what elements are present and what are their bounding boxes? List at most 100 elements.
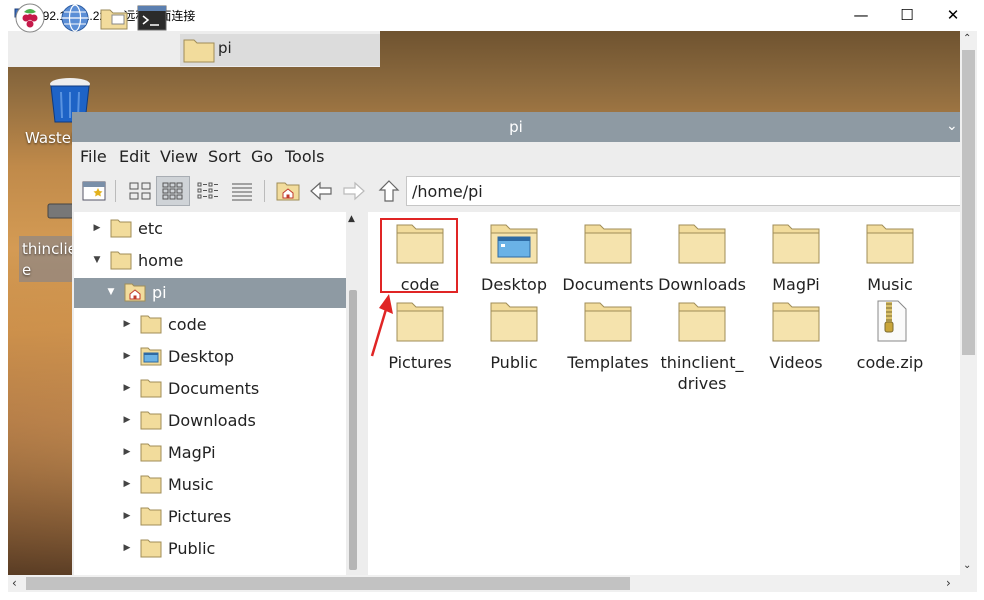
- collapsed-arrow-icon[interactable]: ▶: [90, 223, 104, 233]
- scroll-right-icon[interactable]: ›: [946, 576, 951, 590]
- folder-icon: [110, 219, 132, 237]
- tree-item-label: home: [138, 250, 184, 270]
- maximize-button[interactable]: ☐: [884, 0, 930, 31]
- scroll-corner: [960, 575, 977, 592]
- tree-item[interactable]: ▶ MagPi: [120, 437, 216, 467]
- file-item-label: Videos: [769, 353, 823, 372]
- file-manager-titlebar: pi ⌄: [72, 112, 960, 142]
- collapsed-arrow-icon[interactable]: ▶: [120, 415, 134, 425]
- file-item[interactable]: thinclient_drives: [655, 300, 749, 394]
- menu-file[interactable]: File: [80, 147, 107, 166]
- tree-item[interactable]: ▶ Documents: [120, 373, 260, 403]
- horizontal-scroll-thumb[interactable]: [26, 577, 630, 590]
- folder-icon: [140, 411, 162, 429]
- tree-scroll-thumb[interactable]: [349, 290, 357, 570]
- collapsed-arrow-icon[interactable]: ▶: [120, 543, 134, 553]
- forward-arrow-icon[interactable]: [342, 180, 366, 202]
- tree-item-label: Public: [168, 538, 216, 558]
- toolbar-divider: [264, 180, 265, 202]
- tree-item-label: Music: [168, 474, 214, 494]
- menu-view[interactable]: View: [160, 147, 198, 166]
- scroll-up-icon[interactable]: ⌃: [963, 33, 971, 44]
- menu-go[interactable]: Go: [251, 147, 273, 166]
- folder-icon: [140, 507, 162, 525]
- tree-item-label: etc: [138, 218, 163, 238]
- new-window-icon[interactable]: [82, 180, 106, 202]
- annotation-arrow-icon: [370, 294, 393, 357]
- up-arrow-icon[interactable]: [377, 180, 401, 202]
- folder-icon: [490, 302, 538, 342]
- tree-item[interactable]: ▶ Music: [120, 469, 214, 499]
- file-item[interactable]: Music: [843, 222, 937, 295]
- file-item[interactable]: Public: [467, 300, 561, 373]
- tree-item[interactable]: ▶ Downloads: [120, 405, 256, 435]
- menu-edit[interactable]: Edit: [119, 147, 150, 166]
- web-browser-icon[interactable]: [60, 3, 90, 33]
- desktop-drive-label: thinclie e: [22, 240, 72, 279]
- tree-item[interactable]: ▶ etc: [90, 213, 163, 243]
- collapsed-arrow-icon[interactable]: ▶: [120, 511, 134, 521]
- folder-icon: [678, 302, 726, 342]
- drive-icon[interactable]: [46, 198, 74, 222]
- tree-item-label: Desktop: [168, 346, 234, 366]
- view-icons-icon[interactable]: [128, 180, 152, 202]
- view-thumbnails-icon: [162, 182, 183, 200]
- file-item[interactable]: Downloads: [655, 222, 749, 295]
- tree-item[interactable]: ▶ code: [120, 309, 207, 339]
- file-item-label: MagPi: [772, 275, 820, 294]
- folder-icon: [110, 251, 132, 269]
- scroll-down-icon[interactable]: ⌄: [963, 560, 971, 571]
- view-list-icon[interactable]: [230, 180, 254, 202]
- view-compact-icon[interactable]: [196, 180, 220, 202]
- desktop-trash-label: Wastel: [25, 129, 76, 147]
- folder-icon: [772, 224, 820, 264]
- tree-item[interactable]: ▶ Public: [120, 533, 216, 563]
- file-item-label: Documents: [562, 275, 654, 294]
- tree-item[interactable]: ▼ pi: [104, 277, 167, 307]
- tree-item[interactable]: ▶ Desktop: [120, 341, 234, 371]
- collapsed-arrow-icon[interactable]: ▶: [120, 319, 134, 329]
- file-item[interactable]: Templates: [561, 300, 655, 373]
- file-item-label: Downloads: [658, 275, 746, 294]
- menu-tools[interactable]: Tools: [285, 147, 324, 166]
- file-item[interactable]: Documents: [561, 222, 655, 295]
- taskbar-window-label: pi: [218, 39, 232, 57]
- folder-icon: [772, 302, 820, 342]
- collapsed-arrow-icon[interactable]: ▶: [120, 447, 134, 457]
- tree-item-label: code: [168, 314, 207, 334]
- menu-sort[interactable]: Sort: [208, 147, 241, 166]
- terminal-icon[interactable]: [137, 3, 167, 33]
- tree-item-label: MagPi: [168, 442, 216, 462]
- expanded-arrow-icon[interactable]: ▼: [90, 255, 104, 265]
- scroll-left-icon[interactable]: ‹: [12, 576, 17, 590]
- folder-icon: [678, 224, 726, 264]
- file-item[interactable]: code.zip: [843, 300, 937, 373]
- collapsed-arrow-icon[interactable]: ▶: [120, 383, 134, 393]
- tree-item-label: pi: [152, 282, 167, 302]
- file-item-label: thinclient_drives: [660, 353, 744, 393]
- tree-item[interactable]: ▶ Pictures: [120, 501, 232, 531]
- folder-icon: [140, 539, 162, 557]
- tree-item[interactable]: ▼ home: [90, 245, 184, 275]
- expanded-arrow-icon[interactable]: ▼: [104, 287, 118, 297]
- vertical-scroll-thumb[interactable]: [962, 50, 975, 355]
- file-item[interactable]: MagPi: [749, 222, 843, 295]
- home-icon[interactable]: [276, 180, 300, 202]
- file-manager-icon[interactable]: [99, 3, 129, 33]
- tree-item-label: Downloads: [168, 410, 256, 430]
- tree-scroll-up-icon[interactable]: ▲: [348, 214, 355, 224]
- chevron-down-icon[interactable]: ⌄: [946, 118, 958, 134]
- collapsed-arrow-icon[interactable]: ▶: [120, 479, 134, 489]
- minimize-button[interactable]: —: [838, 0, 884, 31]
- file-item[interactable]: Desktop: [467, 222, 561, 295]
- raspberry-menu-icon[interactable]: [15, 3, 45, 33]
- folder-icon: [396, 302, 444, 342]
- file-item-label: Public: [490, 353, 538, 372]
- collapsed-arrow-icon[interactable]: ▶: [120, 351, 134, 361]
- file-item[interactable]: Videos: [749, 300, 843, 373]
- path-input[interactable]: /home/pi: [412, 182, 483, 201]
- back-arrow-icon[interactable]: [309, 180, 333, 202]
- path-bar[interactable]: [406, 176, 966, 206]
- folder-icon: [866, 224, 914, 264]
- close-button[interactable]: ✕: [930, 0, 976, 31]
